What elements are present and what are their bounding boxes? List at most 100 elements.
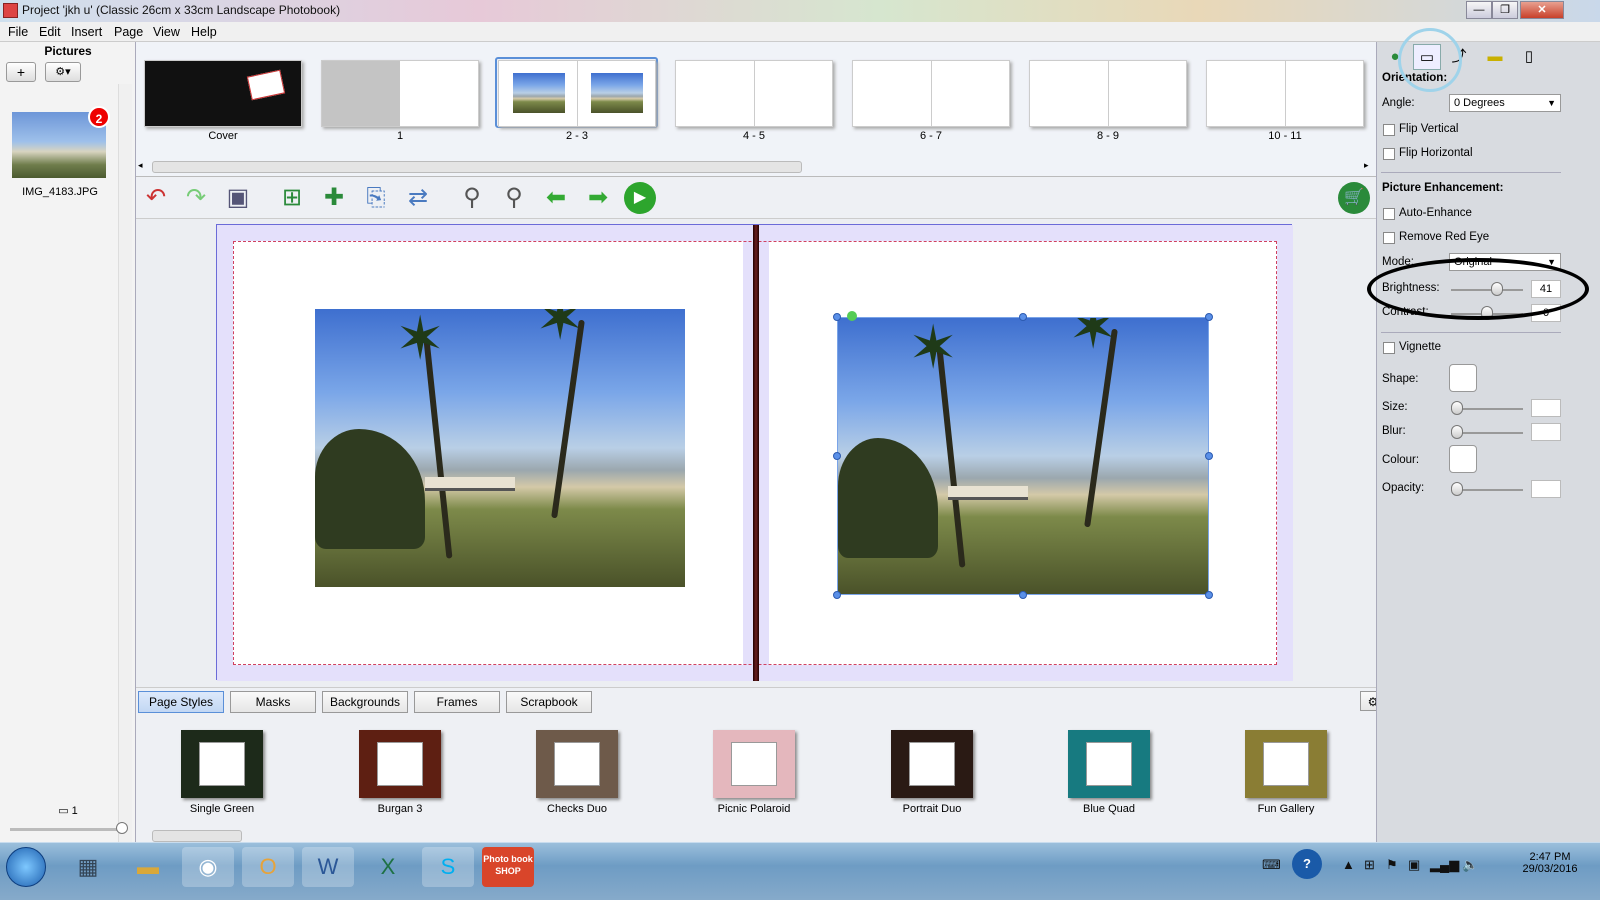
angle-select[interactable]: 0 Degrees ▼ bbox=[1449, 94, 1561, 112]
windows-icon[interactable]: ⊞ bbox=[1364, 857, 1375, 873]
resize-handle-top[interactable] bbox=[1019, 313, 1027, 321]
flip-horizontal-checkbox[interactable] bbox=[1383, 148, 1395, 160]
vignette-shape-picker[interactable] bbox=[1449, 364, 1477, 392]
system-clock[interactable]: 2:47 PM 29/03/2016 bbox=[1510, 851, 1590, 875]
menu-edit[interactable]: Edit bbox=[39, 25, 61, 39]
tab-backgrounds[interactable]: Backgrounds bbox=[322, 691, 408, 713]
menu-page[interactable]: Page bbox=[114, 25, 143, 39]
resize-handle-left[interactable] bbox=[833, 452, 841, 460]
close-button[interactable]: ✕ bbox=[1520, 1, 1564, 19]
word-icon[interactable]: W bbox=[302, 847, 354, 887]
add-pictures-button[interactable]: + bbox=[6, 62, 36, 82]
style-thumb-burgan-3[interactable] bbox=[359, 730, 441, 798]
page-thumb-6-7[interactable] bbox=[852, 60, 1010, 127]
skype-icon[interactable]: S bbox=[422, 847, 474, 887]
thumbnail-size-slider-handle[interactable] bbox=[116, 822, 128, 834]
chrome-icon[interactable]: ◉ bbox=[182, 847, 234, 887]
resize-handle-bottom-left[interactable] bbox=[833, 591, 841, 599]
outlook-icon[interactable]: O bbox=[242, 847, 294, 887]
rotate-handle[interactable] bbox=[847, 311, 857, 321]
tab-masks[interactable]: Masks bbox=[230, 691, 316, 713]
vignette-checkbox[interactable] bbox=[1383, 342, 1395, 354]
page-label-10-11: 10 - 11 bbox=[1268, 130, 1302, 142]
page-spread: ✶ ✶ ✶ ✶ bbox=[216, 224, 1293, 681]
zoom-out-icon[interactable]: ⚲ bbox=[456, 182, 488, 214]
undo-icon[interactable]: ↶ bbox=[140, 182, 172, 214]
style-thumb-picnic-polaroid[interactable] bbox=[713, 730, 795, 798]
start-button[interactable] bbox=[6, 847, 46, 887]
tab-scrapbook[interactable]: Scrapbook bbox=[506, 691, 592, 713]
remove-red-eye-checkbox[interactable] bbox=[1383, 232, 1395, 244]
page-strip-scrollbar[interactable] bbox=[152, 161, 802, 173]
page-order-icon[interactable]: ⇄ bbox=[402, 182, 434, 214]
page-thumb-2-3[interactable] bbox=[498, 60, 656, 127]
volume-icon[interactable]: 🔈 bbox=[1462, 857, 1478, 873]
redo-icon[interactable]: ↷ bbox=[180, 182, 212, 214]
tab-frames[interactable]: Frames bbox=[414, 691, 500, 713]
thumbnail-size-slider[interactable] bbox=[10, 828, 122, 831]
menu-file[interactable]: File bbox=[8, 25, 28, 39]
pictures-settings-button[interactable]: ⚙▾ bbox=[45, 62, 81, 82]
insert-page-icon[interactable]: ⎘ bbox=[360, 182, 392, 214]
resize-handle-top-left[interactable] bbox=[833, 313, 841, 321]
style-photo-slot bbox=[377, 742, 423, 786]
ruler-tab-icon[interactable]: ▬ bbox=[1481, 44, 1509, 70]
resize-handle-right[interactable] bbox=[1205, 452, 1213, 460]
title-bar: Project 'jkh u' (Classic 26cm x 33cm Lan… bbox=[0, 0, 1600, 22]
page-thumb-cover[interactable] bbox=[144, 60, 302, 127]
auto-enhance-checkbox[interactable] bbox=[1383, 208, 1395, 220]
device-icon[interactable]: ▣ bbox=[1408, 857, 1420, 873]
file-explorer-icon[interactable]: ▬ bbox=[122, 847, 174, 887]
save-icon[interactable]: ▣ bbox=[222, 182, 254, 214]
action-center-flag-icon[interactable]: ⚑ bbox=[1386, 857, 1398, 873]
page-thumb-8-9[interactable] bbox=[1029, 60, 1187, 127]
zoom-in-icon[interactable]: ⚲ bbox=[498, 182, 530, 214]
style-thumb-checks-duo[interactable] bbox=[536, 730, 618, 798]
style-thumb-single-green[interactable] bbox=[181, 730, 263, 798]
vignette-size-slider-handle[interactable] bbox=[1451, 401, 1463, 415]
style-thumb-portrait-duo[interactable] bbox=[891, 730, 973, 798]
add-picture-icon[interactable]: ⊞ bbox=[276, 182, 308, 214]
restore-button[interactable]: ❐ bbox=[1492, 1, 1518, 19]
page-thumb-4-5[interactable] bbox=[675, 60, 833, 127]
right-page-photo[interactable]: ✶ ✶ bbox=[837, 317, 1209, 595]
next-page-icon[interactable]: ➡ bbox=[582, 182, 614, 214]
calculator-icon[interactable]: ▦ bbox=[62, 847, 114, 887]
style-thumb-blue-quad[interactable] bbox=[1068, 730, 1150, 798]
menu-help[interactable]: Help bbox=[191, 25, 217, 39]
vignette-size-value[interactable] bbox=[1531, 399, 1561, 417]
preview-play-icon[interactable]: ▶ bbox=[624, 182, 656, 214]
vignette-opacity-slider-handle[interactable] bbox=[1451, 482, 1463, 496]
vignette-colour-picker[interactable] bbox=[1449, 445, 1477, 473]
gallery-scrollbar[interactable] bbox=[152, 830, 242, 842]
cart-icon[interactable]: 🛒 bbox=[1338, 182, 1370, 214]
vignette-opacity-value[interactable] bbox=[1531, 480, 1561, 498]
page-thumb-1[interactable] bbox=[321, 60, 479, 127]
help-icon[interactable]: ? bbox=[1292, 849, 1322, 879]
pictures-scrollbar[interactable] bbox=[118, 84, 132, 844]
previous-page-icon[interactable]: ⬅ bbox=[540, 182, 572, 214]
keyboard-icon[interactable]: ⌨ bbox=[1262, 857, 1281, 873]
page-thumb-10-11[interactable] bbox=[1206, 60, 1364, 127]
network-icon[interactable]: ▂▄▆ bbox=[1430, 857, 1459, 873]
left-page-photo[interactable]: ✶ ✶ bbox=[315, 309, 685, 587]
tab-page-styles[interactable]: Page Styles bbox=[138, 691, 224, 713]
menu-view[interactable]: View bbox=[153, 25, 180, 39]
strip-scroll-left-icon[interactable]: ◂ bbox=[138, 160, 143, 171]
excel-icon[interactable]: X bbox=[362, 847, 414, 887]
page-tab-icon[interactable]: ▯ bbox=[1515, 44, 1543, 70]
resize-handle-bottom-right[interactable] bbox=[1205, 591, 1213, 599]
menu-insert[interactable]: Insert bbox=[71, 25, 102, 39]
book-spine bbox=[753, 225, 759, 681]
minimize-button[interactable]: — bbox=[1466, 1, 1492, 19]
vignette-blur-value[interactable] bbox=[1531, 423, 1561, 441]
vignette-blur-slider-handle[interactable] bbox=[1451, 425, 1463, 439]
photobook-shop-icon[interactable]: Photo book SHOP bbox=[482, 847, 534, 887]
show-hidden-icons-icon[interactable]: ▲ bbox=[1342, 857, 1355, 872]
style-thumb-fun-gallery[interactable] bbox=[1245, 730, 1327, 798]
flip-vertical-checkbox[interactable] bbox=[1383, 124, 1395, 136]
strip-scroll-right-icon[interactable]: ▸ bbox=[1364, 160, 1369, 171]
add-text-icon[interactable]: ✚ bbox=[318, 182, 350, 214]
resize-handle-bottom[interactable] bbox=[1019, 591, 1027, 599]
resize-handle-top-right[interactable] bbox=[1205, 313, 1213, 321]
